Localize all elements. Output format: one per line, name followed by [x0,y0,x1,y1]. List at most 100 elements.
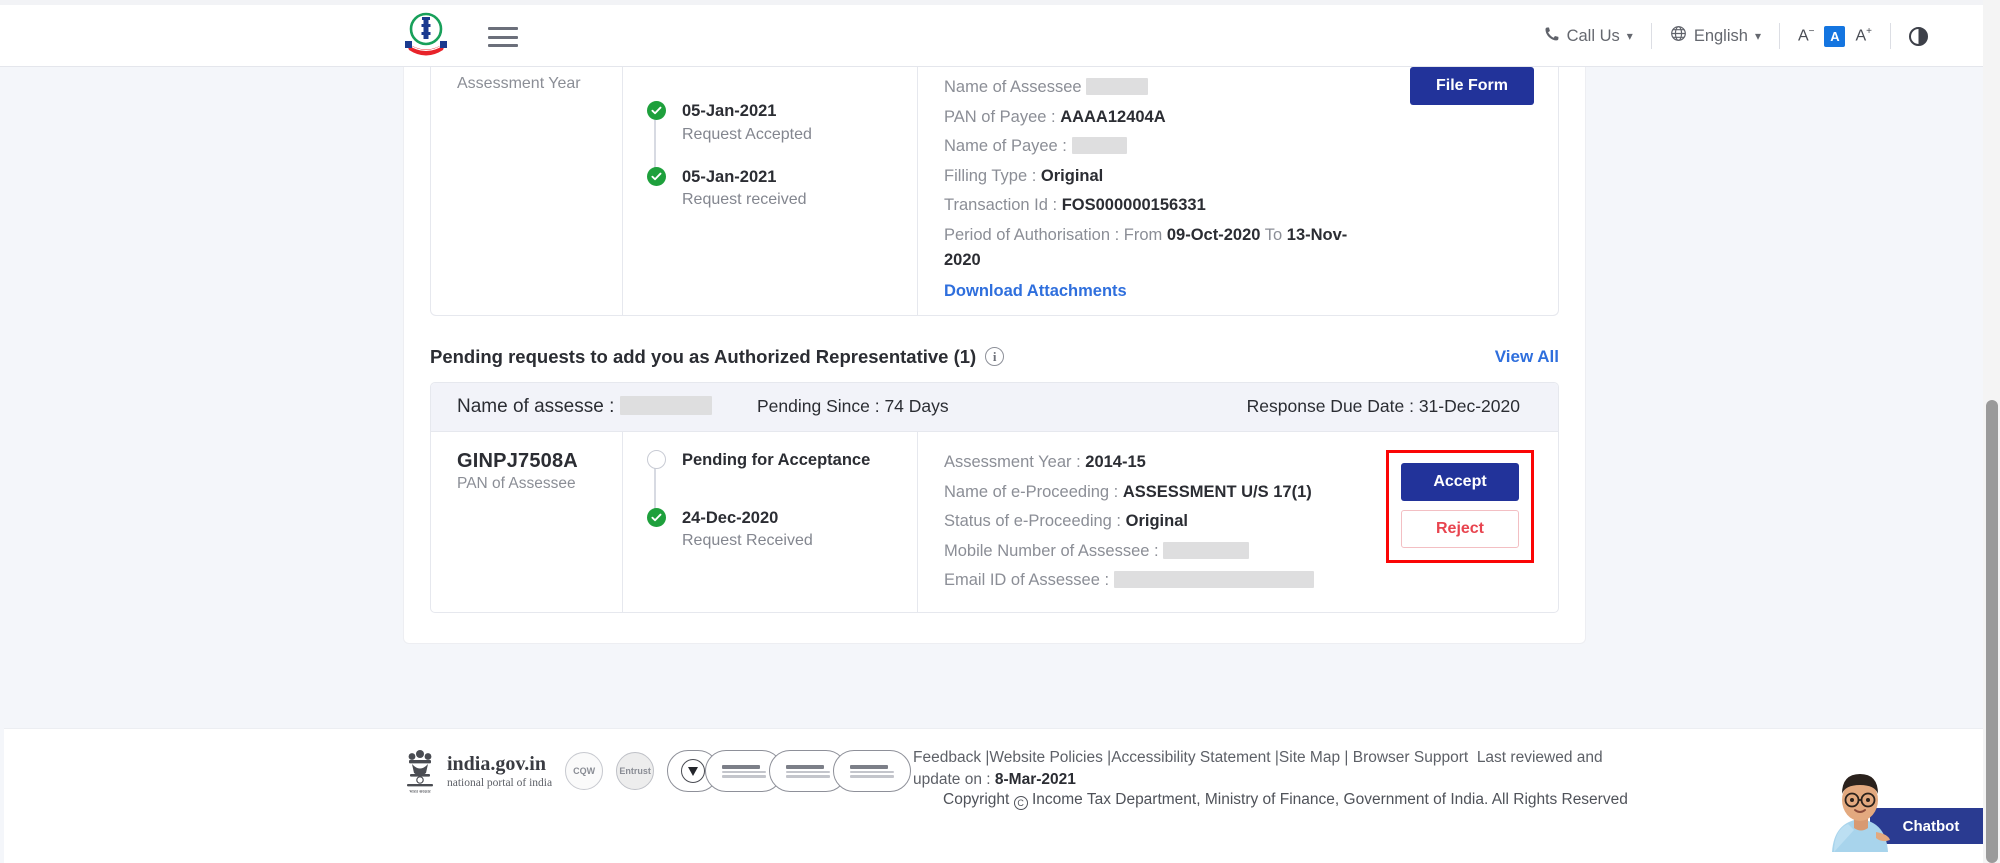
font-normal-button[interactable]: A [1824,25,1846,47]
india-gov-title: india.gov.in [447,752,546,775]
copyright-line: Copyright C Income Tax Department, Minis… [943,791,1628,810]
footer-link-website-policies[interactable]: Website Policies [989,749,1102,766]
income-tax-department-logo[interactable] [403,9,449,59]
authorisation-details: File Form Name of Assessee PAN of Payee … [918,67,1558,315]
section-title-text: Pending requests to add you as Authorize… [430,345,977,367]
timeline-text: 24-Dec-2020 Request Received [682,508,813,552]
action-buttons-column: Accept Reject [1368,449,1558,598]
pan-column: GINPJ7508A PAN of Assessee [431,431,623,612]
last-reviewed-date: 8-Mar-2021 [994,771,1076,789]
timeline-item: 24-Dec-2020 Request Received [645,493,917,574]
detail-filling-type: Filling Type : Original [944,166,1104,185]
detail-pan-of-payee: PAN of Payee : AAAA12404A [944,107,1166,126]
request-timeline: 05-Jan-2021 Request Accepted 05-Jan-2021… [623,67,918,315]
hamburger-line [488,35,518,39]
footer-link-site-map[interactable]: Site Map [1279,749,1340,766]
assessment-year-column: Assessment Year [431,67,623,315]
timeline-item: 05-Jan-2021 Request received [645,166,917,233]
hamburger-menu-icon[interactable] [488,27,518,47]
check-circle-icon [646,101,666,120]
timeline-marker [645,449,667,471]
pending-request-card: Name of assesse : Pending Since : 74 Day… [430,381,1559,613]
section-title: Pending requests to add you as Authorize… [430,345,1005,368]
main-content-panel: Assessment Year 05-Jan-2021 Request Acce… [403,67,1586,644]
language-label: English [1693,26,1748,45]
footer-links-line: Feedback |Website Policies |Accessibilit… [913,749,1603,789]
assessment-year-label: Assessment Year [457,75,581,92]
detail-mobile-number: Mobile Number of Assessee : [944,539,1368,565]
timeline-marker [645,507,667,552]
site-header: Call Us ▾ English ▾ A− A A+ [0,5,1994,67]
india-gov-badge[interactable]: भारत सरकार india.gov.in national portal … [403,747,552,795]
timeline-marker [645,101,667,145]
font-decrease-button[interactable]: A− [1798,27,1815,44]
pending-timeline: Pending for Acceptance 24-Dec-2020 Reque… [623,431,918,612]
vertical-scrollbar-track[interactable] [1983,0,2000,863]
font-size-controls: A− A A+ [1780,25,1890,47]
timeline-date: 05-Jan-2021 [682,167,777,186]
timeline-text: 05-Jan-2021 Request received [682,167,807,211]
footer-link-browser-support[interactable]: Browser Support [1353,749,1468,766]
timeline-marker [645,166,667,211]
svg-text:भारत सरकार: भारत सरकार [409,789,430,794]
detail-email-id: Email ID of Assessee : [944,568,1368,594]
chatbot-avatar-icon[interactable] [1818,760,1902,852]
entrust-seal-badge[interactable]: Entrust [616,752,655,790]
contrast-toggle-icon[interactable] [1909,26,1928,46]
pending-request-summary-bar: Name of assesse : Pending Since : 74 Day… [431,382,1558,432]
reject-button[interactable]: Reject [1401,509,1519,548]
header-utility-bar: Call Us ▾ English ▾ A− A A+ [1526,5,1946,67]
highlight-annotation-box: Accept Reject [1386,449,1534,563]
timeline-list: Pending for Acceptance 24-Dec-2020 Reque… [645,449,917,574]
pending-request-row: GINPJ7508A PAN of Assessee Pending for A… [431,431,1558,612]
detail-assessment-year: Assessment Year : 2014-15 [944,452,1146,471]
cqw-seal-badge[interactable]: CQW [565,752,604,790]
timeline-status: Request Accepted [682,125,812,143]
pan-value: GINPJ7508A [457,449,578,472]
redacted-value [619,395,712,415]
assessee-name-field: Name of assesse : [457,395,757,418]
hamburger-line [488,44,518,47]
file-form-button[interactable]: File Form [1409,67,1534,105]
chatbot-widget: Chatbot [1810,760,1992,858]
pan-caption: PAN of Assessee [457,474,576,492]
hamburger-line [488,27,518,30]
detail-transaction-id: Transaction Id : FOS000000156331 [944,196,1206,215]
redacted-value [1113,571,1314,589]
download-attachments-link[interactable]: Download Attachments [944,282,1127,301]
accept-button[interactable]: Accept [1401,462,1519,501]
timeline-status: Request received [682,191,807,209]
info-icon[interactable]: i [985,347,1005,367]
language-selector[interactable]: English ▾ [1652,25,1779,47]
redacted-value [1071,137,1127,155]
detail-name-of-eproceeding: Name of e-Proceeding : ASSESSMENT U/S 17… [944,482,1312,501]
copyright-icon: C [1013,796,1028,810]
font-increase-button[interactable]: A+ [1855,27,1872,44]
timeline-text: Pending for Acceptance [682,450,870,471]
detail-status-of-eproceeding: Status of e-Proceeding : Original [944,512,1188,531]
footer-links: Feedback |Website Policies |Accessibilit… [913,747,1613,792]
detail-name-of-payee: Name of Payee : [944,134,1558,160]
footer-link-feedback[interactable]: Feedback [913,749,981,766]
view-all-link[interactable]: View All [1495,347,1559,367]
redacted-value [1163,541,1250,559]
panel-bottom-spacer [404,613,1585,643]
footer-link-accessibility-statement[interactable]: Accessibility Statement [1111,749,1270,766]
pending-requests-section-header: Pending requests to add you as Authorize… [404,316,1585,382]
call-us-menu[interactable]: Call Us ▾ [1526,26,1651,47]
ashoka-emblem-icon: भारत सरकार [407,750,433,794]
check-circle-icon [646,166,666,186]
redacted-value [1086,78,1149,95]
pending-circle-icon [646,449,666,469]
phone-icon [1544,26,1560,47]
cert-badge-3 [833,750,912,792]
vertical-scrollbar-thumb[interactable] [1986,400,1998,863]
card-row: Assessment Year 05-Jan-2021 Request Acce… [431,67,1558,315]
authorisation-request-card: Assessment Year 05-Jan-2021 Request Acce… [430,67,1559,316]
triangle-emblem-icon [681,759,706,783]
timeline-status: Request Received [682,532,813,550]
site-footer: भारत सरकार india.gov.in national portal … [0,728,1994,863]
check-circle-icon [646,507,666,527]
certification-badges[interactable] [667,750,912,792]
chevron-down-icon: ▾ [1626,29,1633,43]
